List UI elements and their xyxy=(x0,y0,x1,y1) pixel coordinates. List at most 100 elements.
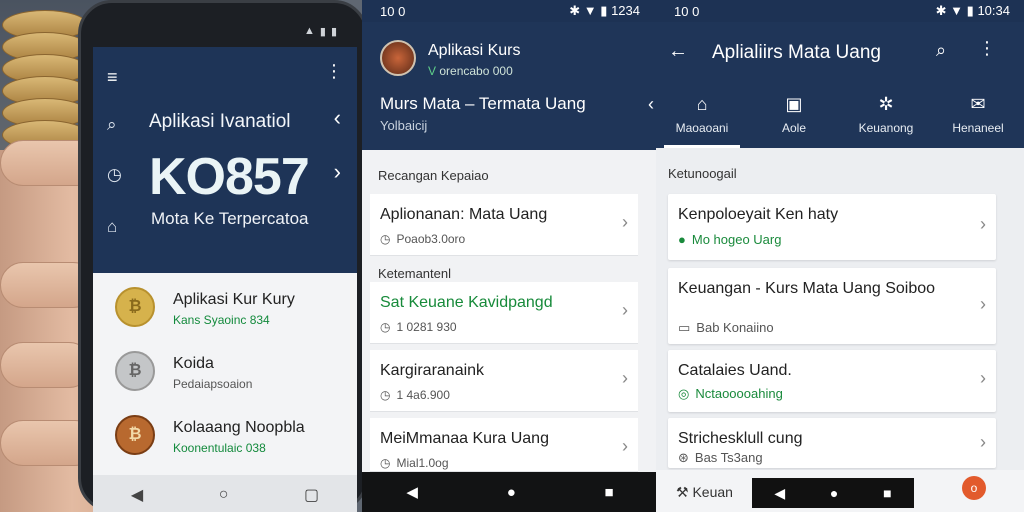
list-item-name: Strichesklull cung xyxy=(678,430,803,447)
tab-label: Keuanong xyxy=(858,121,914,135)
status-bar: ▲ ▮ ▮ xyxy=(93,17,357,45)
status-time: 10 0 xyxy=(674,3,700,19)
chevron-left-icon[interactable]: ‹ xyxy=(334,105,341,131)
clock-icon: ◷ xyxy=(380,232,391,246)
back-nav-icon[interactable]: ◀ xyxy=(774,485,785,502)
app-title: Aplialiirs Mata Uang xyxy=(712,42,881,63)
list-item[interactable]: Strichesklull cung ⊛ Bas Ts3ang › xyxy=(668,418,996,468)
list-item[interactable]: Kenpoloeyait Ken haty ● Mo hogeo Uarg › xyxy=(668,194,996,260)
gear-icon: ✲ xyxy=(878,94,894,114)
list-item[interactable]: Sat Keuane Kavidpangd ◷ 1 0281 930 › xyxy=(370,282,638,344)
list-item-meta: ● Mo hogeo Uarg xyxy=(678,232,782,247)
more-options-icon[interactable]: ⋮ xyxy=(978,38,996,59)
arrow-left-icon[interactable]: ← xyxy=(668,40,688,63)
card-icon: ▭ xyxy=(678,320,691,335)
floating-action-button[interactable]: o xyxy=(962,476,986,500)
status-clock: 10:34 xyxy=(977,3,1010,18)
list-item[interactable]: Aplionanan: Mata Uang ◷ Poaob3.0oro › xyxy=(370,194,638,256)
coin-icon: ₿ xyxy=(115,415,155,455)
bluetooth-icon: ✱ xyxy=(935,3,947,18)
recents-nav-icon[interactable]: ▢ xyxy=(304,485,319,505)
system-nav-bar: ◀ ● ■ xyxy=(362,472,658,512)
check-circle-icon: ● xyxy=(678,232,686,247)
bluetooth-icon: ✱ xyxy=(569,3,581,18)
header-subtitle: Mota Ke Terpercatoa xyxy=(151,209,309,228)
tab-mail[interactable]: ✉ Henaneel xyxy=(932,86,1024,148)
phone-screen: ≡ ⋮ ⌕ ◷ ⌂ Aplikasi Ivanatiol ‹ KO857 › M… xyxy=(93,47,357,512)
header-title: Aplikasi Kurs xyxy=(428,42,521,59)
list-item-name: Catalaies Uand. xyxy=(678,362,792,379)
list-item[interactable]: ₿ Aplikasi Kur Kury Kans Syaoinc 834 xyxy=(93,273,357,337)
list-item-name: Kargiraranaink xyxy=(380,362,485,379)
tab-bar: ⌂ Maoaoani ▣ Aole ✲ Keuanong ✉ Henaneel xyxy=(656,86,1024,148)
list-item[interactable]: ₿ Koida Pedaiapsoaion xyxy=(93,337,357,401)
image-icon: ▣ xyxy=(785,94,803,114)
status-icons: ✱ ▼ ▮ 1234 xyxy=(569,3,640,19)
chevron-right-icon[interactable]: › xyxy=(334,159,341,185)
battery-icon: ▮ xyxy=(600,3,608,18)
clock-icon: ◷ xyxy=(380,388,391,402)
list-item-meta: ◷ 1 4a6.900 xyxy=(380,388,450,402)
chevron-left-icon[interactable]: ‹ xyxy=(648,94,654,115)
header-subtitle: V orencabo 000 xyxy=(428,64,513,78)
chevron-right-icon: › xyxy=(980,432,986,452)
list-item[interactable]: Keuangan - Kurs Mata Uang Soiboo ▭ Bab Ko… xyxy=(668,268,996,344)
list-item[interactable]: MeiMmanaa Kura Uang ◷ Mial1.0og › xyxy=(370,418,638,472)
screen-two: 10 0 ✱ ▼ ▮ 1234 Aplikasi Kurs V orencabo… xyxy=(362,0,658,512)
clock-icon: ◷ xyxy=(107,165,122,184)
clock-icon: ◷ xyxy=(380,320,391,334)
list-item-name: Aplikasi Kur Kury xyxy=(173,291,295,308)
recents-nav-icon[interactable]: ■ xyxy=(605,484,614,501)
back-nav-icon[interactable]: ◀ xyxy=(131,485,143,505)
list-item-meta: ◷ Mial1.0og xyxy=(380,456,449,470)
list-item-name: Kolaaang Noopbla xyxy=(173,419,305,436)
search-icon[interactable]: ⌕ xyxy=(936,40,946,61)
list-item-name: Sat Keuane Kavidpangd xyxy=(380,294,553,311)
settings-icon: ⊛ xyxy=(678,450,689,465)
coin-icon: ₿ xyxy=(115,351,155,391)
wifi-icon: ▮ xyxy=(319,25,326,38)
header-card: ≡ ⋮ ⌕ ◷ ⌂ Aplikasi Ivanatiol ‹ KO857 › M… xyxy=(93,47,357,273)
back-nav-icon[interactable]: ◀ xyxy=(406,483,418,501)
search-icon[interactable]: ⌕ xyxy=(107,115,117,135)
status-badge: V xyxy=(428,64,437,78)
list-item[interactable]: Kargiraranaink ◷ 1 4a6.900 › xyxy=(370,350,638,412)
section-header: Ketemantenl xyxy=(378,266,451,281)
tab-label: Maoaoani xyxy=(675,121,729,135)
home-nav-icon[interactable]: ○ xyxy=(219,486,229,504)
bank-icon: ⌂ xyxy=(107,217,118,236)
status-time: 10 0 xyxy=(380,3,406,19)
status-clock: 1234 xyxy=(611,3,640,18)
list-item-meta: Pedaiapsoaion xyxy=(173,377,253,391)
list-item[interactable]: ₿ Kolaaang Noopbla Koonentulaic 038 xyxy=(93,401,357,465)
system-nav-bar: ◀ ● ■ xyxy=(752,478,914,508)
wifi-icon: ▼ xyxy=(950,3,964,18)
app-bar: ← Aplialiirs Mata Uang ⌕ ⋮ xyxy=(656,22,1024,86)
tab-label: Aole xyxy=(781,121,807,135)
home-nav-icon[interactable]: ● xyxy=(507,484,516,501)
check-circle-icon: ◎ xyxy=(678,386,690,401)
clock-icon: ◷ xyxy=(380,456,391,470)
app-header: Aplikasi Kurs V orencabo 000 Murs Mata –… xyxy=(362,22,658,150)
wifi-icon: ▼ xyxy=(583,3,597,18)
list-item-name: Keuangan - Kurs Mata Uang Soiboo xyxy=(678,280,936,297)
list-item-meta: ⊛ Bas Ts3ang xyxy=(678,450,763,465)
home-icon: ⌂ xyxy=(696,94,708,114)
page-title: Murs Mata – Termata Uang xyxy=(380,94,586,113)
tab-settings[interactable]: ✲ Keuanong xyxy=(840,86,932,148)
tab-label: Henaneel xyxy=(952,121,1004,135)
status-bar: 10 0 ✱ ▼ ▮ 10:34 xyxy=(656,0,1024,22)
bottom-bar-label[interactable]: ⚒ Keuan xyxy=(676,484,733,501)
list-item-meta: ◎ Nctaooooahing xyxy=(678,386,783,401)
avatar[interactable] xyxy=(380,40,416,76)
tab-home[interactable]: ⌂ Maoaoani xyxy=(656,86,748,148)
list-item-name: Aplionanan: Mata Uang xyxy=(380,206,548,223)
list-item[interactable]: Catalaies Uand. ◎ Nctaooooahing › xyxy=(668,350,996,412)
recents-nav-icon[interactable]: ■ xyxy=(883,485,891,501)
menu-icon[interactable]: ≡ xyxy=(107,67,118,88)
home-nav-icon[interactable]: ● xyxy=(830,485,838,501)
chevron-right-icon: › xyxy=(622,212,628,232)
more-options-icon[interactable]: ⋮ xyxy=(325,61,343,82)
tab-image[interactable]: ▣ Aole xyxy=(748,86,840,148)
section-header: Ketunoogail xyxy=(668,166,737,181)
